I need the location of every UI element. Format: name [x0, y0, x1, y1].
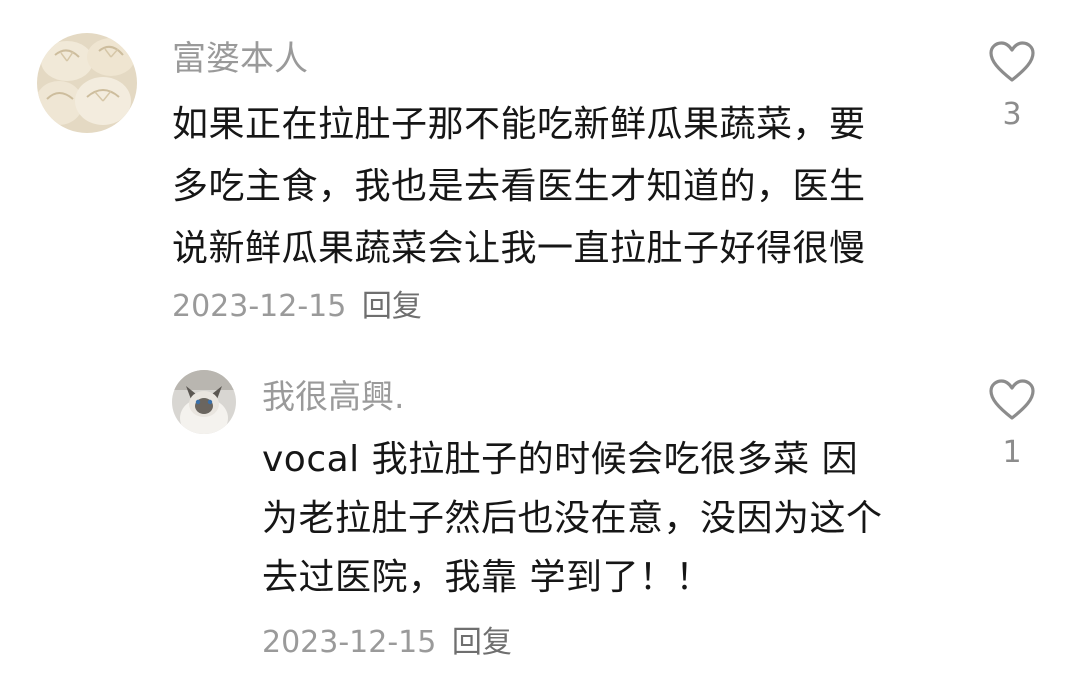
comment-meta: 2023-12-15 回复	[172, 286, 422, 328]
like-count: 3	[1002, 97, 1022, 132]
avatar[interactable]	[172, 370, 236, 434]
cat-avatar-icon	[172, 370, 236, 434]
dumpling-avatar-icon	[37, 33, 137, 133]
reply-text-line: vocal 我拉肚子的时候会吃很多菜 因	[262, 439, 859, 480]
reply-meta: 2023-12-15 回复	[262, 622, 512, 664]
comment-date: 2023-12-15	[172, 289, 347, 324]
comment-text: 如果正在拉肚子那不能吃新鲜瓜果蔬菜，要 多吃主食，我也是去看医生才知道的，医生 …	[172, 94, 866, 280]
like-button[interactable]: 3	[982, 40, 1042, 132]
reply-text-line: 为老拉肚子然后也没在意，没因为这个	[262, 498, 883, 539]
comment-username[interactable]: 富婆本人	[172, 36, 308, 82]
reply-button[interactable]: 回复	[452, 625, 512, 660]
comment-text-line: 说新鲜瓜果蔬菜会让我一直拉肚子好得很慢	[172, 228, 866, 269]
reply-username[interactable]: 我很高興.	[262, 374, 405, 420]
comment-text-line: 如果正在拉肚子那不能吃新鲜瓜果蔬菜，要	[172, 104, 866, 145]
heart-icon	[989, 379, 1035, 420]
avatar[interactable]	[37, 33, 137, 133]
comment-text-line: 多吃主食，我也是去看医生才知道的，医生	[172, 166, 866, 207]
reply-date: 2023-12-15	[262, 625, 437, 660]
reply-button[interactable]: 回复	[362, 289, 422, 324]
heart-icon	[989, 41, 1035, 82]
like-button[interactable]: 1	[982, 378, 1042, 470]
reply-text-line: 去过医院，我靠 学到了！！	[262, 557, 712, 598]
like-count: 1	[1002, 435, 1022, 470]
reply-text: vocal 我拉肚子的时候会吃很多菜 因 为老拉肚子然后也没在意，没因为这个 去…	[262, 430, 883, 607]
